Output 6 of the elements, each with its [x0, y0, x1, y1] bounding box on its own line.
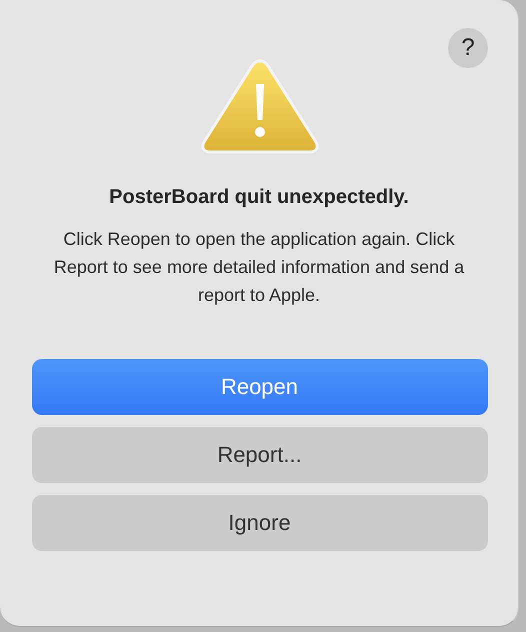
dialog-button[interactable]: Ignore — [32, 495, 488, 551]
alert-title: PosterBoard quit unexpectedly. — [109, 186, 409, 209]
warning-icon — [200, 58, 320, 154]
alert-message: Click Reopen to open the application again. Click Report to see more detailed information and send a report to Apple. — [52, 228, 466, 307]
dialog-button[interactable]: Report... — [32, 427, 488, 483]
help-button[interactable]: ? — [448, 28, 488, 68]
